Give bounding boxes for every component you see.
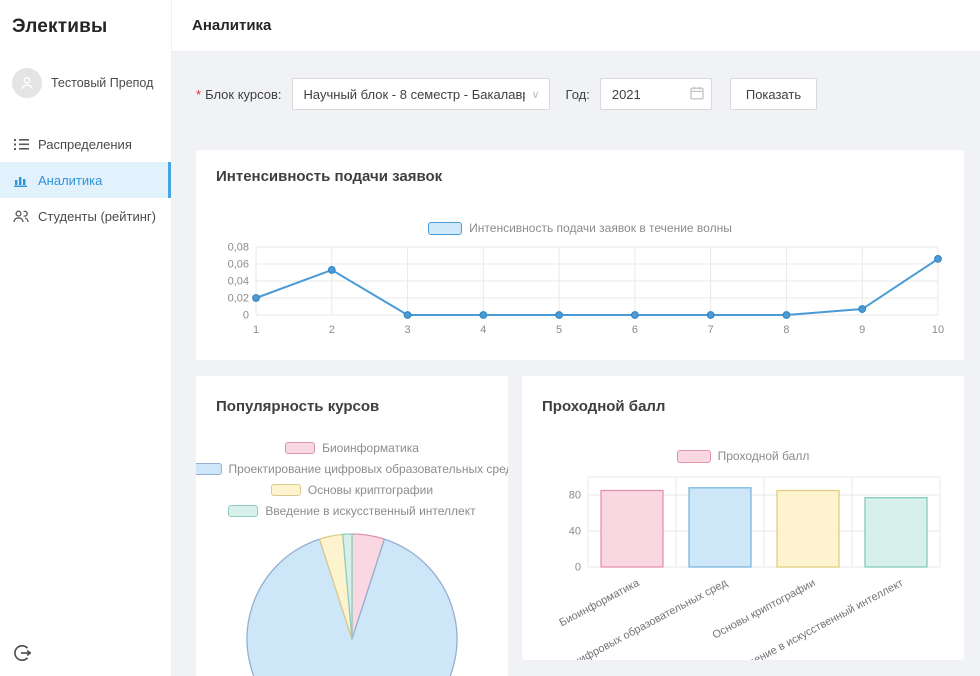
bar: [689, 488, 751, 567]
legend-swatch: [196, 463, 222, 475]
calendar-icon: [690, 86, 704, 100]
x-tick-label: 2: [329, 324, 335, 336]
y-tick-label: 80: [569, 490, 581, 502]
sidebar-item-label: Распределения: [38, 137, 132, 152]
filter-bar: * Блок курсов: Научный блок - 8 семестр …: [196, 78, 964, 110]
x-tick-label: 10: [932, 324, 944, 336]
sidebar-item-analytics[interactable]: Аналитика: [0, 162, 171, 198]
data-point: [783, 312, 790, 319]
bar: [865, 498, 927, 567]
sidebar: Элективы Тестовый Препод Расп: [0, 0, 172, 676]
avatar: [12, 68, 42, 98]
x-tick-label: 4: [480, 324, 486, 336]
year-field-wrap: [600, 78, 712, 110]
x-tick-label: 8: [783, 324, 789, 336]
legend-item[interactable]: Проектирование цифровых образовательных …: [196, 462, 508, 476]
intensity-legend[interactable]: Интенсивность подачи заявок в течение во…: [216, 221, 944, 235]
data-point: [404, 312, 411, 319]
x-tick-label: 3: [404, 324, 410, 336]
line-chart-canvas: 0 0,02 0,04 0,06 0,08 1 2 3 4 5 6 7 8 9 10: [216, 243, 944, 341]
list-icon: [13, 138, 29, 151]
passing-score-legend[interactable]: Проходной балл: [542, 449, 944, 463]
data-point: [556, 312, 563, 319]
popularity-chart-title: Популярность курсов: [216, 398, 508, 415]
main-header: Аналитика: [172, 0, 980, 52]
required-mark: *: [196, 87, 201, 102]
user-name: Тестовый Препод: [51, 76, 153, 90]
chevron-down-icon: ∨: [531, 88, 539, 101]
y-tick-label: 0,02: [228, 293, 249, 305]
user-icon: [19, 75, 35, 91]
x-category-label: Биоинформатика: [557, 577, 642, 630]
app-root: Элективы Тестовый Препод Расп: [0, 0, 980, 676]
card-intensity: Интенсивность подачи заявок Интенсивност…: [196, 150, 964, 360]
course-block-selected-value: Научный блок - 8 семестр - Бакалавр...: [304, 87, 526, 102]
logout-button[interactable]: [11, 642, 33, 664]
sidebar-item-label: Студенты (рейтинг): [38, 209, 156, 224]
legend-label: Проектирование цифровых образовательных …: [229, 462, 508, 476]
popularity-legend: Биоинформатика Проектирование цифровых о…: [196, 441, 508, 518]
x-tick-label: 9: [859, 324, 865, 336]
legend-swatch: [228, 505, 258, 517]
x-tick-label: 6: [632, 324, 638, 336]
legend-swatch: [285, 442, 315, 454]
legend-label: Основы криптографии: [308, 483, 433, 497]
bar-chart-canvas: 04080БиоинформатикаПроектирование цифров…: [542, 473, 944, 641]
content-area: * Блок курсов: Научный блок - 8 семестр …: [172, 52, 980, 676]
card-passing-score: Проходной балл Проходной балл 0 40 80 Биоин…: [522, 376, 964, 660]
y-tick-label: 0,08: [228, 242, 249, 254]
data-point: [707, 312, 714, 319]
y-tick-label: 0,06: [228, 259, 249, 271]
line-series: [256, 259, 938, 315]
card-popularity: Популярность курсов Биоинформатика Проек…: [196, 376, 508, 676]
y-tick-label: 40: [569, 526, 581, 538]
data-point: [631, 312, 638, 319]
passing-score-chart-title: Проходной балл: [542, 398, 944, 415]
x-tick-label: 1: [253, 324, 259, 336]
sidebar-item-students-rating[interactable]: Студенты (рейтинг): [0, 198, 171, 234]
course-block-select[interactable]: Научный блок - 8 семестр - Бакалавр... ∨: [292, 78, 550, 110]
intensity-chart-title: Интенсивность подачи заявок: [216, 168, 944, 185]
year-label: Год:: [566, 87, 590, 102]
legend-label: Проходной балл: [718, 449, 810, 463]
bar: [777, 491, 839, 568]
legend-label: Биоинформатика: [322, 441, 419, 455]
data-point: [253, 295, 260, 302]
logout-icon: [11, 642, 33, 664]
bar: [601, 491, 663, 568]
data-point: [935, 256, 942, 263]
x-tick-label: 5: [556, 324, 562, 336]
legend-label: Введение в искусственный интеллект: [265, 504, 475, 518]
legend-swatch: [428, 222, 462, 235]
legend-item[interactable]: Основы криптографии: [196, 483, 508, 497]
y-tick-label: 0: [575, 562, 581, 574]
y-tick-label: 0: [243, 310, 249, 322]
sidebar-item-label: Аналитика: [38, 173, 102, 188]
sidebar-item-distributions[interactable]: Распределения: [0, 126, 171, 162]
app-title: Элективы: [0, 0, 171, 38]
sidebar-nav: Распределения Аналитика: [0, 126, 171, 234]
legend-label: Интенсивность подачи заявок в течение во…: [469, 221, 732, 235]
page-title: Аналитика: [192, 17, 271, 34]
bar-chart-icon: [13, 174, 29, 187]
bottom-cards-row: Популярность курсов Биоинформатика Проек…: [196, 376, 964, 676]
legend-item[interactable]: Биоинформатика: [196, 441, 508, 455]
data-point: [480, 312, 487, 319]
x-tick-label: 7: [708, 324, 714, 336]
data-point: [859, 306, 866, 313]
y-tick-label: 0,04: [228, 276, 249, 288]
show-button[interactable]: Показать: [730, 78, 817, 110]
pie-chart-canvas: [196, 526, 508, 676]
user-row: Тестовый Препод: [0, 68, 171, 98]
legend-swatch: [271, 484, 301, 496]
team-icon: [13, 210, 29, 223]
data-point: [328, 267, 335, 274]
legend-item[interactable]: Введение в искусственный интеллект: [196, 504, 508, 518]
main-area: Аналитика * Блок курсов: Научный блок - …: [172, 0, 980, 676]
course-block-label: Блок курсов:: [205, 87, 281, 102]
legend-swatch: [677, 450, 711, 463]
